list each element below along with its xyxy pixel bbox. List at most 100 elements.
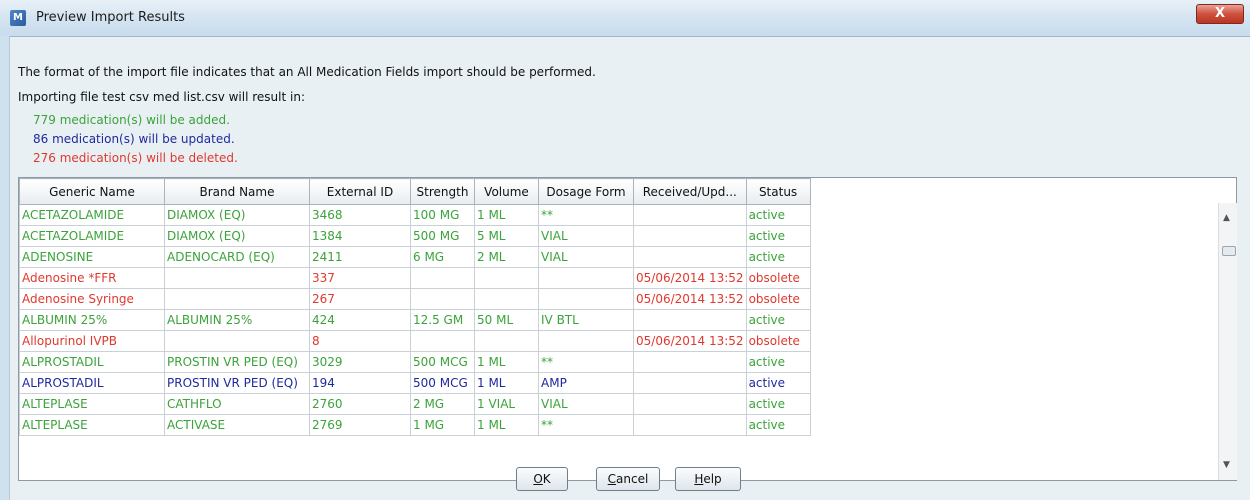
cell-volume [474, 288, 539, 310]
app-logo-icon: M [10, 10, 26, 26]
cell-status: active [745, 414, 811, 436]
cell-volume: 5 ML [474, 225, 539, 247]
table-row[interactable]: ALBUMIN 25% ALBUMIN 25% 424 12.5 GM 50 ML IV … [19, 309, 811, 331]
cell-brand-name [164, 330, 310, 352]
table-row[interactable]: ADENOSINE ADENOCARD (EQ) 2411 6 MG 2 ML VIAL a… [19, 246, 811, 268]
cancel-button[interactable]: Cancel [596, 467, 660, 491]
column-header-volume[interactable]: Volume [474, 178, 539, 205]
column-header-status[interactable]: Status [745, 178, 811, 205]
cell-generic-name: Adenosine *FFR [19, 267, 165, 289]
cell-generic-name: Adenosine Syringe [19, 288, 165, 310]
cell-volume: 1 ML [474, 414, 539, 436]
table-row[interactable]: Adenosine *FFR 337 05/06/2014 13:52 obsolet… [19, 267, 811, 289]
cell-strength [410, 267, 475, 289]
dialog-content: The format of the import file indicates … [0, 36, 1250, 500]
cell-volume [474, 267, 539, 289]
cell-external-id: 2760 [309, 393, 411, 415]
cell-generic-name: ALPROSTADIL [19, 372, 165, 394]
cell-status: active [745, 246, 811, 268]
cell-dosage-form [538, 288, 634, 310]
cell-external-id: 424 [309, 309, 411, 331]
cell-received-updated: 05/06/2014 13:52 [633, 330, 747, 352]
cell-dosage-form: ** [538, 204, 634, 226]
cell-received-updated [633, 246, 747, 268]
importing-message: Importing file test csv med list.csv wil… [18, 90, 305, 104]
table-row[interactable]: ACETAZOLAMIDE DIAMOX (EQ) 3468 100 MG 1 ML **… [19, 204, 811, 226]
ok-label: K [542, 472, 551, 486]
cell-status: obsolete [745, 330, 811, 352]
cell-external-id: 1384 [309, 225, 411, 247]
cell-external-id: 194 [309, 372, 411, 394]
cell-volume: 1 ML [474, 372, 539, 394]
deleted-summary: 276 medication(s) will be deleted. [33, 151, 238, 165]
cell-received-updated: 05/06/2014 13:52 [633, 288, 747, 310]
cell-received-updated [633, 351, 747, 373]
table-row[interactable]: ALPROSTADIL PROSTIN VR PED (EQ) 194 500 MCG… [19, 372, 811, 394]
ok-button[interactable]: OK [516, 467, 568, 491]
scroll-down-arrow-icon[interactable]: ▼ [1223, 460, 1230, 470]
cell-volume: 1 VIAL [474, 393, 539, 415]
cell-generic-name: ALTEPLASE [19, 393, 165, 415]
cell-strength: 1 MG [410, 414, 475, 436]
column-header-generic-name[interactable]: Generic Name [19, 178, 165, 205]
table-row[interactable]: Adenosine Syringe 267 05/06/2014 13:52 obso… [19, 288, 811, 310]
cell-external-id: 337 [309, 267, 411, 289]
cell-brand-name [164, 288, 310, 310]
table-row[interactable]: ALTEPLASE ACTIVASE 2769 1 MG 1 ML ** active [19, 414, 811, 436]
results-grid: Generic Name Brand Name External ID Strengt… [19, 178, 811, 436]
format-message: The format of the import file indicates … [18, 65, 596, 79]
cell-dosage-form: VIAL [538, 246, 634, 268]
close-button[interactable]: X [1196, 4, 1244, 24]
help-button[interactable]: Help [675, 467, 741, 491]
cell-volume: 1 ML [474, 204, 539, 226]
cell-brand-name: DIAMOX (EQ) [164, 225, 310, 247]
vertical-scrollbar[interactable]: ▲ ▼ [1218, 203, 1237, 480]
cell-status: obsolete [745, 267, 811, 289]
scroll-up-arrow-icon[interactable]: ▲ [1223, 213, 1230, 223]
title-bar[interactable]: M Preview Import Results X [0, 0, 1250, 37]
cell-brand-name: ALBUMIN 25% [164, 309, 310, 331]
added-summary: 779 medication(s) will be added. [33, 113, 230, 127]
cell-status: active [745, 204, 811, 226]
scroll-thumb[interactable] [1222, 246, 1236, 256]
cell-generic-name: Allopurinol IVPB [19, 330, 165, 352]
cell-dosage-form [538, 267, 634, 289]
cell-dosage-form: ** [538, 351, 634, 373]
cell-strength [410, 330, 475, 352]
cell-brand-name [164, 267, 310, 289]
close-icon: X [1214, 6, 1226, 21]
cell-strength: 100 MG [410, 204, 475, 226]
cell-strength: 500 MG [410, 225, 475, 247]
column-header-strength[interactable]: Strength [410, 178, 475, 205]
column-header-external-id[interactable]: External ID [309, 178, 411, 205]
cell-external-id: 2411 [309, 246, 411, 268]
cell-status: active [745, 309, 811, 331]
cell-generic-name: ADENOSINE [19, 246, 165, 268]
cancel-label: ancel [616, 472, 649, 486]
cell-received-updated [633, 204, 747, 226]
cell-generic-name: ALTEPLASE [19, 414, 165, 436]
cell-external-id: 3468 [309, 204, 411, 226]
preview-import-dialog: M Preview Import Results X The format of… [0, 0, 1250, 500]
cell-external-id: 3029 [309, 351, 411, 373]
table-row[interactable]: ACETAZOLAMIDE DIAMOX (EQ) 1384 500 MG 5 ML VI… [19, 225, 811, 247]
cell-external-id: 267 [309, 288, 411, 310]
dialog-title: Preview Import Results [36, 10, 185, 25]
cell-strength: 500 MCG [410, 372, 475, 394]
cell-dosage-form: ** [538, 414, 634, 436]
table-row[interactable]: ALPROSTADIL PROSTIN VR PED (EQ) 3029 500 MC… [19, 351, 811, 373]
cell-dosage-form: IV BTL [538, 309, 634, 331]
column-header-dosage-form[interactable]: Dosage Form [538, 178, 634, 205]
cancel-mnemonic: C [607, 472, 617, 486]
cell-brand-name: DIAMOX (EQ) [164, 204, 310, 226]
column-header-brand-name[interactable]: Brand Name [164, 178, 310, 205]
cell-dosage-form: VIAL [538, 225, 634, 247]
table-row[interactable]: Allopurinol IVPB 8 05/06/2014 13:52 obsolet… [19, 330, 811, 352]
cell-received-updated [633, 414, 747, 436]
table-row[interactable]: ALTEPLASE CATHFLO 2760 2 MG 1 VIAL VIAL active [19, 393, 811, 415]
help-label: elp [703, 472, 722, 486]
cell-brand-name: CATHFLO [164, 393, 310, 415]
cell-generic-name: ACETAZOLAMIDE [19, 204, 165, 226]
cell-strength: 2 MG [410, 393, 475, 415]
column-header-received-updated[interactable]: Received/Upd... [633, 178, 747, 205]
